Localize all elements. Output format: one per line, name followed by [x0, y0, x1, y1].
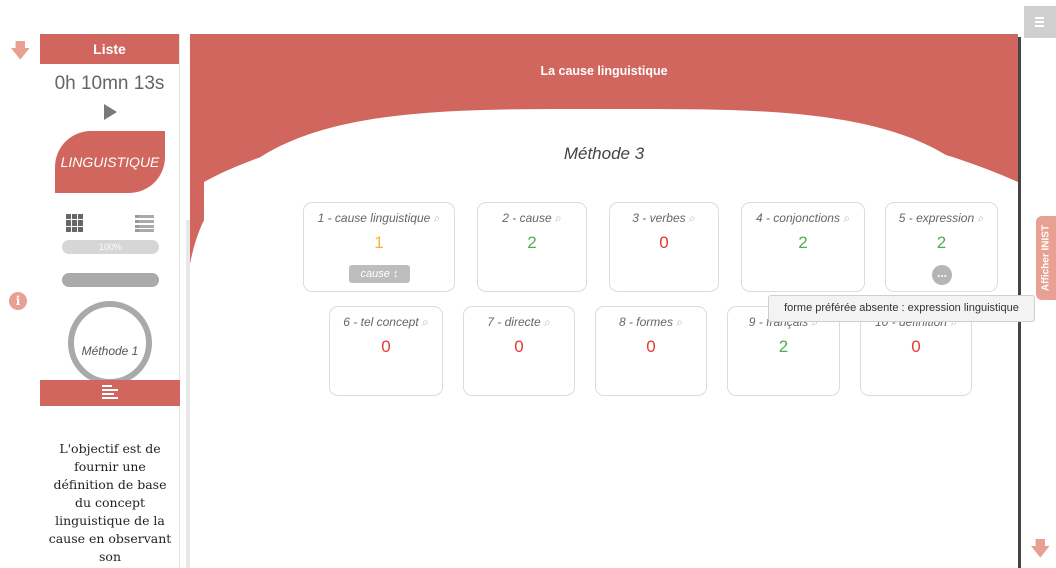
- progress-label: 100%: [98, 242, 123, 252]
- magnifier-icon[interactable]: ⌕: [419, 315, 429, 329]
- step-card-title: 7 - directe: [487, 315, 541, 329]
- progress-bar: 100%: [62, 240, 159, 254]
- step-card-title: 5 - expression: [898, 211, 975, 225]
- text-align-icon[interactable]: [102, 384, 118, 402]
- page-title: La cause linguistique: [540, 64, 668, 78]
- step-card[interactable]: 7 - directe ⌕ 0: [463, 306, 575, 396]
- step-card-value: 2: [798, 233, 808, 252]
- step-card-value: 2: [527, 233, 537, 252]
- cause-select[interactable]: cause ↕: [349, 265, 410, 283]
- step-card[interactable]: 8 - formes ⌕ 0: [595, 306, 707, 396]
- methode-label: Méthode 1: [81, 344, 139, 358]
- step-card-value: 1: [374, 233, 384, 252]
- step-card-title: 2 - cause: [502, 211, 552, 225]
- menu-button[interactable]: [1024, 6, 1056, 38]
- step-card[interactable]: 1 - cause linguistique ⌕ 1 cause ↕: [303, 202, 455, 292]
- magnifier-icon[interactable]: ⌕: [673, 315, 683, 329]
- step-card-value: 0: [646, 337, 656, 356]
- cause-select-value: cause: [360, 268, 390, 280]
- methode-ring[interactable]: [68, 301, 152, 385]
- magnifier-icon[interactable]: ⌕: [552, 211, 562, 225]
- step-card-value: 0: [911, 337, 921, 356]
- sidebar-header[interactable]: Liste: [40, 34, 179, 64]
- step-card-title: 6 - tel concept: [343, 315, 419, 329]
- step-card-value: 0: [381, 337, 391, 356]
- play-icon[interactable]: [104, 104, 117, 120]
- magnifier-icon[interactable]: ⌕: [430, 211, 441, 225]
- step-card-label: 3 - verbes ⌕: [610, 211, 718, 226]
- tooltip: forme préférée absente : expression ling…: [768, 295, 1035, 322]
- step-card-value: 0: [514, 337, 524, 356]
- step-card-label: 8 - formes ⌕: [596, 315, 706, 330]
- timer: 0h 10mn 13s: [54, 73, 165, 94]
- step-card[interactable]: 4 - conjonctions ⌕ 2: [741, 202, 865, 292]
- step-card-title: 1 - cause linguistique: [317, 211, 431, 225]
- step-card-value: 0: [659, 233, 669, 252]
- sidebar: Liste 0h 10mn 13s LINGUISTIQUE 100% Méth…: [40, 34, 180, 568]
- description-header: [40, 380, 180, 406]
- step-card[interactable]: 3 - verbes ⌕ 0: [609, 202, 719, 292]
- grid-view-icon[interactable]: [66, 214, 84, 232]
- step-card-label: 6 - tel concept ⌕: [330, 315, 442, 330]
- info-icon[interactable]: i: [9, 292, 27, 310]
- list-view-icon[interactable]: [135, 215, 154, 232]
- step-card-label: 2 - cause ⌕: [478, 211, 586, 226]
- select-arrows-icon: ↕: [389, 268, 399, 280]
- arrow-down-icon[interactable]: 🡇: [10, 40, 31, 60]
- step-card-label: 5 - expression ⌕: [886, 211, 997, 226]
- magnifier-icon[interactable]: ⌕: [974, 211, 984, 225]
- menu-icon: [1035, 17, 1044, 19]
- step-card-value: 2: [936, 233, 947, 252]
- secondary-bar: [62, 273, 159, 287]
- magnifier-icon[interactable]: ⌕: [840, 211, 850, 225]
- magnifier-icon[interactable]: ⌕: [686, 211, 696, 225]
- step-card[interactable]: 2 - cause ⌕ 2: [477, 202, 587, 292]
- arrow-down-icon[interactable]: 🡇: [1030, 538, 1051, 558]
- magnifier-icon[interactable]: ⌕: [541, 315, 551, 329]
- step-card[interactable]: 5 - expression ⌕ 2...: [885, 202, 998, 292]
- menu-icon-line: [1035, 25, 1044, 27]
- step-card-title: 8 - formes: [618, 315, 673, 329]
- step-card-label: 4 - conjonctions ⌕: [742, 211, 864, 226]
- app-root: 🡇 i Liste 0h 10mn 13s LINGUISTIQUE 100% …: [0, 0, 1056, 568]
- side-tab-label: Afficher INIST: [1040, 224, 1052, 292]
- step-card-value: 2: [778, 337, 789, 356]
- menu-icon-line: [1035, 21, 1044, 23]
- step-card-title: 4 - conjonctions: [755, 211, 840, 225]
- step-card-label: 7 - directe ⌕: [464, 315, 574, 330]
- side-tab-inist[interactable]: Afficher INIST: [1036, 216, 1056, 300]
- step-card-label: 1 - cause linguistique ⌕: [304, 211, 454, 226]
- more-options-button[interactable]: ...: [932, 265, 952, 285]
- description-text: L'objectif est de fournir une définition…: [48, 441, 172, 564]
- category-badge[interactable]: LINGUISTIQUE: [55, 131, 165, 193]
- step-card-title: 3 - verbes: [632, 211, 686, 225]
- step-card[interactable]: 6 - tel concept ⌕ 0: [329, 306, 443, 396]
- method-title: Méthode 3: [563, 144, 645, 163]
